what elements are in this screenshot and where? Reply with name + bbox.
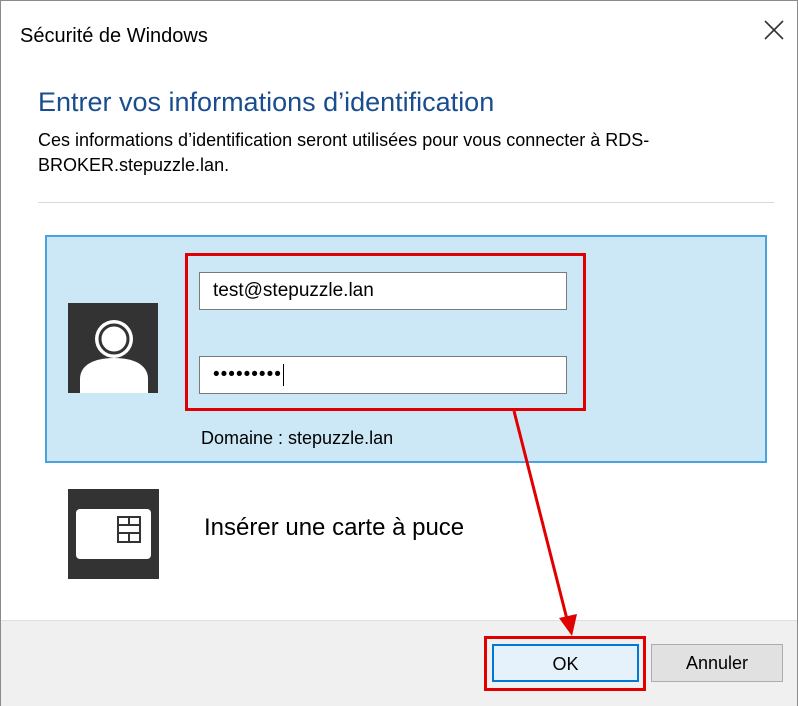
divider [38, 202, 774, 203]
domain-label: Domaine : stepuzzle.lan [201, 428, 394, 448]
window-title: Sécurité de Windows [20, 25, 208, 47]
dialog-heading: Entrer vos informations d’identification [38, 87, 495, 117]
credential-dialog: Sécurité de Windows Entrer vos informati… [0, 0, 798, 706]
user-avatar-icon [68, 303, 158, 393]
title-bar: Sécurité de Windows [1, 1, 797, 67]
username-input[interactable]: test@stepuzzle.lan [199, 272, 567, 310]
password-input[interactable]: ••••••••• [199, 356, 567, 394]
cancel-button[interactable]: Annuler [651, 644, 783, 682]
dialog-description: Ces informations d’identification seront… [38, 130, 650, 175]
text-caret [282, 363, 284, 386]
password-mask: ••••••••• [213, 364, 282, 385]
ok-button[interactable]: OK [492, 644, 639, 682]
close-icon[interactable] [759, 15, 789, 45]
smart-card-option-label[interactable]: Insérer une carte à puce [204, 514, 464, 542]
smart-card-icon[interactable] [68, 489, 159, 579]
